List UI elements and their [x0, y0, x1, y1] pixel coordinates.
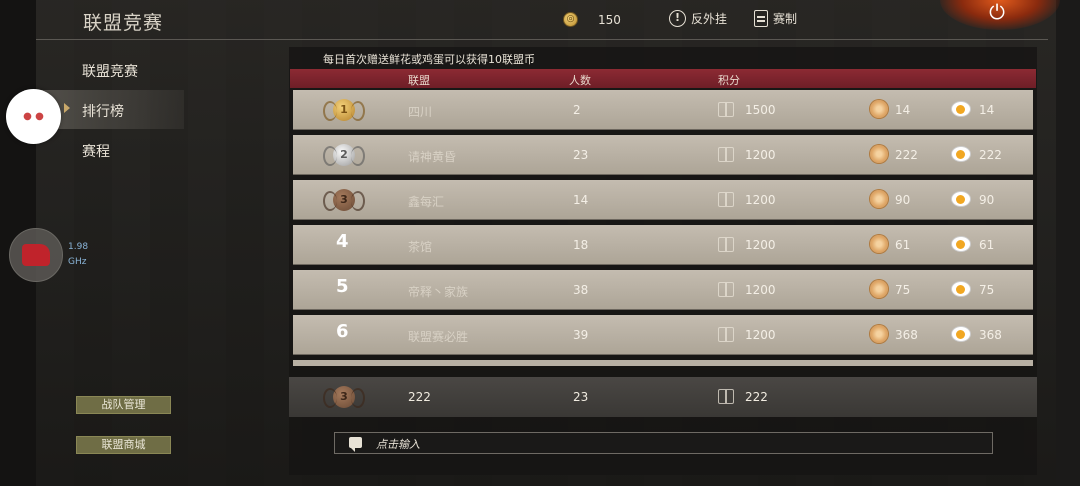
flower-icon[interactable]	[870, 145, 888, 163]
egg-count: 90	[979, 193, 995, 207]
table-row[interactable]: 1 四川 2 1500 14 14	[293, 90, 1033, 130]
table-row[interactable]: 6 联盟赛必胜 39 1200 368 368	[293, 315, 1033, 355]
egg-count: 222	[979, 148, 1002, 162]
alliance-name: 帝释丶家族	[408, 285, 469, 299]
rank-number: 6	[336, 321, 349, 342]
flower-icon[interactable]	[870, 235, 888, 253]
member-count: 14	[573, 193, 589, 207]
table-row[interactable]: 5 帝释丶家族 38 1200 75 75	[293, 270, 1033, 310]
alliance-shop-button[interactable]: 联盟商城	[76, 436, 171, 454]
active-arrow-icon	[64, 103, 70, 113]
gold-medal-icon: 1	[323, 99, 365, 121]
silver-medal-icon: 2	[323, 144, 365, 166]
table-row[interactable]: 2 请神黄昏 23 1200 222 222	[293, 135, 1033, 175]
my-score: 222	[745, 390, 768, 404]
rank-number: 4	[336, 231, 349, 252]
score: 1500	[745, 103, 776, 117]
member-count: 2	[573, 103, 581, 117]
egg-icon[interactable]	[951, 191, 971, 207]
alliance-name: 茶馆	[408, 240, 433, 254]
my-member-count: 23	[573, 390, 589, 404]
egg-icon[interactable]	[951, 236, 971, 252]
chat-input[interactable]: 点击输入	[334, 432, 993, 454]
table-header: 联盟 人数 积分	[290, 69, 1036, 88]
sidebar-item-alliance-competition[interactable]: 联盟竞赛	[82, 61, 138, 81]
alliance-name: 请神黄昏	[408, 150, 457, 164]
cap-icon	[22, 244, 50, 266]
flower-icon[interactable]	[870, 100, 888, 118]
flower-count: 222	[895, 148, 918, 162]
egg-count: 75	[979, 283, 995, 297]
book-icon	[718, 102, 734, 117]
member-count: 23	[573, 148, 589, 162]
anti-cheat-label: 反外挂	[691, 12, 728, 26]
flower-icon[interactable]	[870, 280, 888, 298]
book-icon	[718, 237, 734, 252]
flower-icon[interactable]	[870, 325, 888, 343]
flower-count: 61	[895, 238, 911, 252]
header-count: 人数	[569, 74, 591, 87]
alliance-name: 鑫每汇	[408, 195, 445, 209]
egg-count: 61	[979, 238, 995, 252]
score: 1200	[745, 238, 776, 252]
egg-icon[interactable]	[951, 326, 971, 342]
score: 1200	[745, 283, 776, 297]
book-icon	[718, 192, 734, 207]
table-row-partial	[293, 360, 1033, 366]
notice-text: 每日首次赠送鲜花或鸡蛋可以获得10联盟币	[323, 53, 535, 66]
floating-performance-button[interactable]	[9, 228, 63, 282]
team-manage-button[interactable]: 战队管理	[76, 396, 171, 414]
header-score: 积分	[718, 74, 740, 87]
egg-icon[interactable]	[951, 146, 971, 162]
cpu-frequency: 1.98	[68, 242, 89, 252]
rules-label: 赛制	[773, 12, 798, 26]
sidebar-item-schedule[interactable]: 赛程	[82, 141, 110, 161]
egg-count: 368	[979, 328, 1002, 342]
book-icon	[718, 389, 734, 404]
score: 1200	[745, 193, 776, 207]
book-icon	[718, 147, 734, 162]
chat-placeholder: 点击输入	[376, 438, 420, 451]
book-icon	[718, 327, 734, 342]
power-icon[interactable]: ⏻	[985, 0, 1009, 24]
exclamation-icon: !	[669, 10, 686, 27]
member-count: 39	[573, 328, 589, 342]
anti-cheat-button[interactable]: ! 反外挂	[669, 10, 727, 27]
page-title: 联盟竞赛	[83, 12, 164, 34]
floating-assistant-button[interactable]: ● ●	[6, 89, 61, 144]
egg-count: 14	[979, 103, 995, 117]
table-row[interactable]: 3 鑫每汇 14 1200 90 90	[293, 180, 1033, 220]
rules-button[interactable]: 赛制	[754, 10, 797, 27]
coin-balance: 150	[598, 13, 621, 27]
score: 1200	[745, 148, 776, 162]
book-icon	[718, 282, 734, 297]
chat-bubble-icon	[349, 437, 362, 452]
header-divider	[36, 39, 1048, 40]
bronze-medal-icon: 3	[323, 189, 365, 211]
alliance-name: 四川	[408, 105, 433, 119]
alliance-name: 联盟赛必胜	[408, 330, 469, 344]
flower-count: 90	[895, 193, 911, 207]
rank-number: 5	[336, 276, 349, 297]
my-alliance-name: 222	[408, 390, 431, 404]
header-alliance: 联盟	[408, 74, 430, 87]
member-count: 18	[573, 238, 589, 252]
bronze-medal-icon: 3	[323, 386, 365, 408]
egg-icon[interactable]	[951, 281, 971, 297]
coin-icon: ◎	[563, 12, 578, 27]
cpu-frequency-unit: GHz	[68, 257, 87, 267]
document-icon	[754, 10, 768, 27]
sidebar-item-leaderboard[interactable]: 排行榜	[82, 101, 124, 121]
flower-count: 368	[895, 328, 918, 342]
flower-count: 75	[895, 283, 911, 297]
egg-icon[interactable]	[951, 101, 971, 117]
table-row[interactable]: 4 茶馆 18 1200 61 61	[293, 225, 1033, 265]
my-alliance-row[interactable]: 3 222 23 222	[289, 377, 1037, 417]
score: 1200	[745, 328, 776, 342]
flower-count: 14	[895, 103, 911, 117]
member-count: 38	[573, 283, 589, 297]
flower-icon[interactable]	[870, 190, 888, 208]
